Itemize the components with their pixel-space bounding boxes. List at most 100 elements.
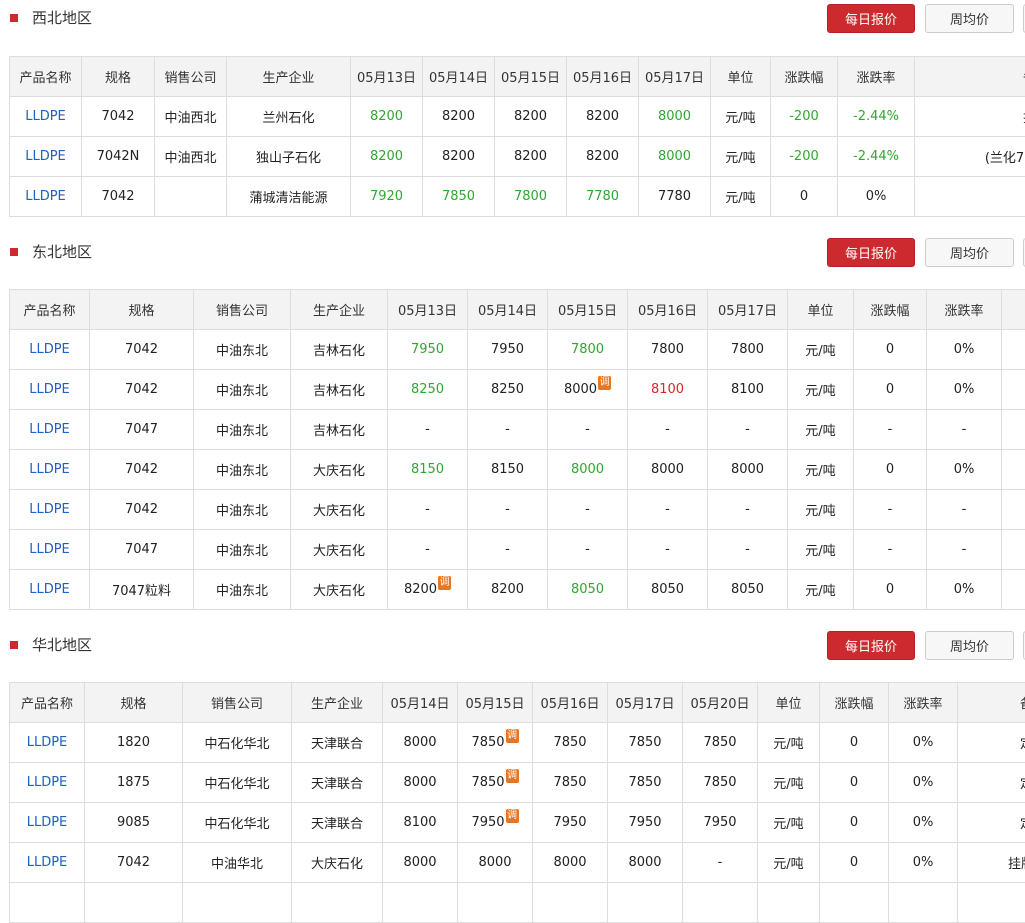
- remark-cell: [1002, 410, 1025, 450]
- daily-quote-button[interactable]: 每日报价: [827, 238, 915, 267]
- price-cell: 7950: [468, 330, 548, 370]
- section-header-northwest: 西北地区 每日报价 周均价: [0, 0, 1025, 32]
- price-cell: 7800: [708, 330, 788, 370]
- change-cell: -: [854, 490, 927, 530]
- sales-company-cell: 中油东北: [194, 330, 291, 370]
- remark-cell: [1002, 530, 1025, 570]
- unit-cell: 元/吨: [788, 370, 854, 410]
- price-cell: 7950: [388, 330, 468, 370]
- table-row: LLDPE 7047粒料 中油东北 大庆石化 8200调 8200 8050 8…: [10, 570, 1025, 610]
- product-link[interactable]: LLDPE: [10, 490, 90, 530]
- price-cell: 8200: [567, 137, 639, 177]
- adjust-badge-icon: 调: [438, 576, 451, 590]
- change-rate-cell: 0%: [889, 723, 958, 763]
- daily-quote-button[interactable]: 每日报价: [827, 631, 915, 660]
- column-header: 05月15日: [458, 683, 533, 723]
- unit-cell: 元/吨: [788, 570, 854, 610]
- producer-cell: 吉林石化: [291, 330, 388, 370]
- product-link[interactable]: LLDPE: [10, 177, 82, 217]
- section-header-northeast: 东北地区 每日报价 周均价: [0, 234, 1025, 266]
- price-cell: 7780: [567, 177, 639, 217]
- table-row: LLDPE 9085 中石化华北 天津联合 8100 7950调 7950 79…: [10, 803, 1025, 843]
- column-header: 销售公司: [183, 683, 292, 723]
- price-cell: 8100: [628, 370, 708, 410]
- price-cell: 8000: [608, 843, 683, 883]
- price-cell: -: [468, 490, 548, 530]
- unit-cell: 元/吨: [788, 330, 854, 370]
- spec-cell: 7042: [90, 450, 194, 490]
- price-cell: 8250: [388, 370, 468, 410]
- change-cell: 0: [820, 763, 889, 803]
- price-cell: 8050: [628, 570, 708, 610]
- product-link[interactable]: LLDPE: [10, 330, 90, 370]
- adjust-badge-icon: 调: [598, 376, 611, 390]
- remark-cell: 定: [958, 723, 1025, 763]
- daily-quote-button[interactable]: 每日报价: [827, 4, 915, 33]
- weekly-average-button[interactable]: 周均价: [925, 631, 1014, 660]
- remark-cell: 定: [958, 803, 1025, 843]
- change-cell: 0: [820, 723, 889, 763]
- product-link[interactable]: LLDPE: [10, 370, 90, 410]
- column-header: 涨跌幅: [771, 57, 838, 97]
- price-cell: -: [468, 530, 548, 570]
- change-cell: 0: [854, 570, 927, 610]
- price-cell: 7850: [683, 723, 758, 763]
- spec-cell: 7042N: [82, 137, 155, 177]
- adjust-badge-icon: 调: [506, 729, 519, 743]
- price-cell: -: [548, 530, 628, 570]
- column-header: 05月14日: [423, 57, 495, 97]
- column-header: 备: [958, 683, 1025, 723]
- price-cell: 7850: [608, 763, 683, 803]
- price-cell: 8000: [383, 723, 458, 763]
- price-cell: 8000: [383, 843, 458, 883]
- product-link[interactable]: LLDPE: [10, 530, 90, 570]
- product-link[interactable]: LLDPE: [10, 570, 90, 610]
- price-cell: 7920: [351, 177, 423, 217]
- change-rate-cell: -2.44%: [838, 97, 915, 137]
- change-cell: -: [854, 530, 927, 570]
- spec-cell: 7047: [90, 410, 194, 450]
- spec-cell: 1875: [85, 763, 183, 803]
- product-link[interactable]: LLDPE: [10, 450, 90, 490]
- column-header: 销售公司: [155, 57, 227, 97]
- column-header: 单位: [711, 57, 771, 97]
- column-header: 05月15日: [495, 57, 567, 97]
- product-link[interactable]: LLDPE: [10, 410, 90, 450]
- sales-company-cell: 中石化华北: [183, 763, 292, 803]
- sales-company-cell: 中油东北: [194, 410, 291, 450]
- producer-cell: 吉林石化: [291, 410, 388, 450]
- change-cell: 0: [820, 843, 889, 883]
- product-link[interactable]: LLDPE: [10, 763, 85, 803]
- producer-cell: 兰州石化: [227, 97, 351, 137]
- producer-cell: 大庆石化: [291, 530, 388, 570]
- weekly-average-button[interactable]: 周均价: [925, 4, 1014, 33]
- price-value: 8200: [404, 582, 437, 597]
- column-header: 05月16日: [628, 290, 708, 330]
- remark-cell: [1002, 490, 1025, 530]
- price-value: 7850: [471, 775, 504, 790]
- table-row: LLDPE 1875 中石化华北 天津联合 8000 7850调 7850 78…: [10, 763, 1025, 803]
- table-row: LLDPE 7042 蒲城清洁能源 7920 7850 7800 7780 77…: [10, 177, 1025, 217]
- product-link[interactable]: LLDPE: [10, 803, 85, 843]
- product-link[interactable]: LLDPE: [10, 843, 85, 883]
- change-rate-cell: 0%: [889, 843, 958, 883]
- product-link[interactable]: LLDPE: [10, 723, 85, 763]
- weekly-average-button[interactable]: 周均价: [925, 238, 1014, 267]
- price-cell: 8100: [708, 370, 788, 410]
- price-cell: -: [548, 410, 628, 450]
- price-cell: 8000调: [548, 370, 628, 410]
- change-cell: 0: [771, 177, 838, 217]
- price-cell: 8200: [495, 97, 567, 137]
- price-cell: 8050: [548, 570, 628, 610]
- product-link[interactable]: LLDPE: [10, 137, 82, 177]
- producer-cell: 大庆石化: [291, 570, 388, 610]
- price-cell: 8200: [567, 97, 639, 137]
- sales-company-cell: [155, 177, 227, 217]
- product-link[interactable]: LLDPE: [10, 97, 82, 137]
- price-cell: 8000: [628, 450, 708, 490]
- unit-cell: 元/吨: [711, 177, 771, 217]
- price-cell: -: [548, 490, 628, 530]
- change-cell: -200: [771, 137, 838, 177]
- price-table-northeast: 产品名称 规格 销售公司 生产企业 05月13日 05月14日 05月15日 0…: [9, 289, 1025, 610]
- unit-cell: 元/吨: [711, 97, 771, 137]
